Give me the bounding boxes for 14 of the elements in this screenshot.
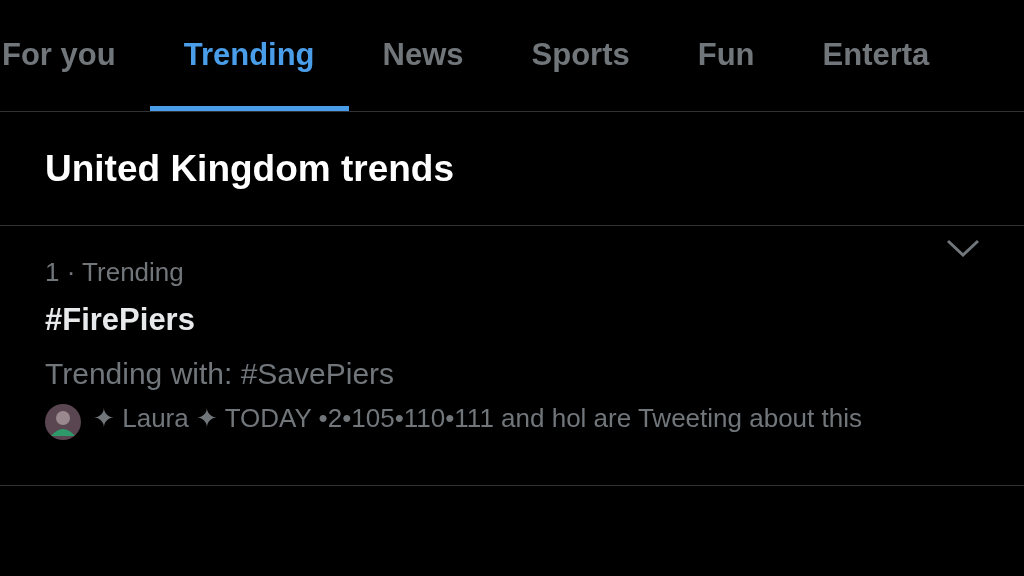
tab[interactable]: Fun — [663, 0, 789, 111]
trend-hashtag: #FirePiers — [45, 301, 196, 339]
tab[interactable]: For you — [0, 0, 150, 111]
avatar — [45, 404, 81, 440]
tab[interactable]: News — [348, 0, 498, 111]
social-context: ✦ Laura ✦ TODAY •2•105•110•111 and hol are Tweeting about this — [93, 402, 863, 435]
tab[interactable]: Trending — [149, 0, 349, 111]
trend-item[interactable]: 1 · Trending #FirePiers Trending with: #SavePiers ✦ Laura ✦ TODAY •2•105•110•111 and hol are Tweeting about this — [0, 226, 1024, 486]
chevron-down-icon[interactable] — [946, 239, 980, 257]
tab[interactable]: Sports — [497, 0, 664, 111]
tab[interactable]: Enterta — [788, 0, 964, 111]
trending-with: Trending with: #SavePiers — [45, 356, 396, 392]
section-title: United Kingdom trends — [45, 146, 455, 191]
trend-rank: 1 · Trending — [45, 256, 185, 289]
